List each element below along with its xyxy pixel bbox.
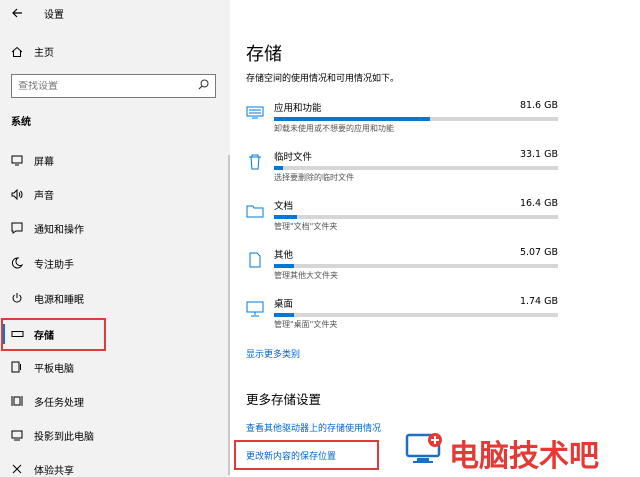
storage-category-desktop[interactable]: 桌面 1.74 GB 管理"桌面"文件夹 (246, 296, 566, 338)
trash-icon (246, 153, 264, 171)
usage-bar (274, 117, 558, 121)
power-icon (10, 292, 24, 304)
usage-bar-fill (274, 264, 294, 268)
sidebar-item-project[interactable]: 投影到此电脑 (0, 418, 230, 452)
project-icon (10, 429, 24, 441)
usage-bar-fill (274, 117, 431, 121)
title-bar: 设置 (0, 0, 230, 26)
sidebar-item-label: 平板电脑 (34, 363, 74, 375)
apps-icon (246, 104, 264, 122)
sidebar-item-label: 体验共享 (34, 465, 74, 477)
file-icon (246, 251, 264, 269)
main-panel: 存储 存储空间的使用情况和可用情况如下。 应用和功能 81.6 GB 卸载未使用… (232, 0, 640, 477)
usage-bar (274, 264, 558, 268)
sidebar-item-label: 多任务处理 (34, 397, 84, 409)
back-arrow-icon (12, 8, 22, 18)
monitor-icon (10, 155, 24, 166)
category-size: 5.07 GB (519, 247, 558, 258)
sidebar-item-multitasking[interactable]: 多任务处理 (0, 384, 230, 418)
desktop-icon (246, 300, 264, 318)
view-other-drives-link[interactable]: 查看其他驱动器上的存储使用情况 (246, 421, 381, 434)
usage-bar-fill (274, 313, 294, 317)
storage-category-apps[interactable]: 应用和功能 81.6 GB 卸载未使用或不想要的应用和功能 (246, 100, 566, 142)
sidebar-item-label: 屏幕 (34, 156, 54, 168)
category-name: 桌面 (274, 299, 294, 310)
multitask-icon (10, 395, 24, 407)
usage-bar (274, 215, 558, 219)
search-input[interactable] (18, 80, 198, 92)
storage-category-documents[interactable]: 文档 16.4 GB 管理"文档"文件夹 (246, 198, 566, 240)
sidebar: 设置 主页 系统 屏幕 声音 通知和操作 专注助手 电源和睡眠 存储 (0, 0, 230, 477)
more-storage-settings-heading: 更多存储设置 (246, 392, 322, 407)
folder-icon (246, 202, 264, 220)
category-description: 管理"桌面"文件夹 (274, 320, 338, 329)
moon-icon (10, 257, 24, 269)
usage-bar (274, 166, 558, 170)
back-button[interactable] (0, 0, 34, 26)
sidebar-item-notifications[interactable]: 通知和操作 (0, 211, 230, 245)
page-description: 存储空间的使用情况和可用情况如下。 (246, 74, 400, 84)
tablet-icon (10, 361, 24, 373)
sidebar-item-sound[interactable]: 声音 (0, 177, 230, 211)
share-icon (10, 463, 24, 475)
show-more-categories-link[interactable]: 显示更多类别 (246, 347, 300, 360)
sidebar-item-label: 专注助手 (34, 259, 74, 271)
notification-icon (10, 222, 24, 234)
category-size: 16.4 GB (519, 198, 558, 209)
category-description: 选择要删除的临时文件 (274, 173, 354, 182)
category-description: 管理"文档"文件夹 (274, 222, 338, 231)
usage-bar-fill (274, 215, 297, 219)
category-size: 33.1 GB (519, 149, 558, 160)
highlight-box-save-location (234, 440, 379, 470)
highlight-box-storage (1, 318, 106, 351)
storage-category-temp[interactable]: 临时文件 33.1 GB 选择要删除的临时文件 (246, 149, 566, 191)
category-name: 临时文件 (274, 152, 313, 163)
watermark-brand: 电脑技术吧 (449, 439, 599, 474)
home-link[interactable]: 主页 (10, 44, 54, 59)
sidebar-item-shared-experiences[interactable]: 体验共享 (0, 452, 230, 477)
page-title: 存储 (246, 44, 282, 65)
home-icon (10, 46, 24, 58)
sidebar-item-focus-assist[interactable]: 专注助手 (0, 246, 230, 280)
sidebar-item-label: 电源和睡眠 (34, 294, 84, 306)
sidebar-item-tablet[interactable]: 平板电脑 (0, 350, 230, 384)
category-name: 其他 (274, 250, 294, 261)
usage-bar (274, 313, 558, 317)
sidebar-item-label: 通知和操作 (34, 224, 84, 236)
home-label: 主页 (34, 48, 54, 59)
sidebar-item-display[interactable]: 屏幕 (0, 143, 230, 177)
category-description: 卸载未使用或不想要的应用和功能 (274, 124, 394, 133)
search-icon[interactable] (198, 79, 209, 93)
sidebar-item-label: 声音 (34, 190, 54, 202)
usage-bar-fill (274, 166, 283, 170)
category-name: 应用和功能 (274, 103, 322, 114)
category-size: 81.6 GB (519, 100, 558, 111)
sidebar-item-power[interactable]: 电源和睡眠 (0, 281, 230, 315)
storage-category-other[interactable]: 其他 5.07 GB 管理其他大文件夹 (246, 247, 566, 289)
category-description: 管理其他大文件夹 (274, 271, 338, 280)
sidebar-item-label: 投影到此电脑 (34, 431, 94, 443)
category-size: 1.74 GB (519, 296, 558, 307)
category-name: 文档 (274, 201, 294, 212)
scrollbar[interactable] (228, 155, 230, 475)
search-box[interactable] (11, 74, 216, 98)
window-title: 设置 (44, 9, 64, 21)
section-label: 系统 (11, 117, 31, 128)
watermark-logo-icon (405, 433, 442, 463)
watermark: 电脑技术吧 (405, 425, 640, 475)
speaker-icon (10, 188, 24, 200)
